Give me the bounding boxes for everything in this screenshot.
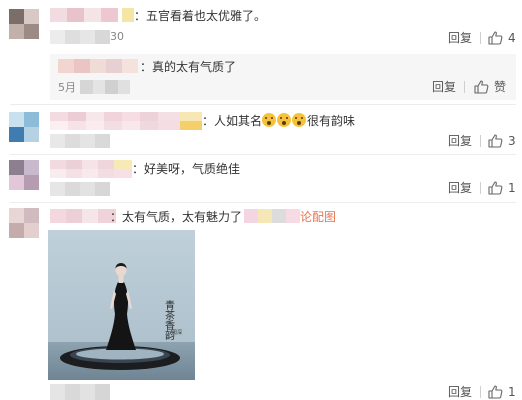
- avatar[interactable]: [9, 9, 39, 39]
- photo-illustration: 青茶香韵 周深: [48, 230, 195, 380]
- comment-text: ：好美呀，气质绝佳: [132, 162, 241, 176]
- thumbs-up-icon: [488, 385, 503, 399]
- avatar[interactable]: [9, 112, 39, 142]
- comment-text: ：人如其名 很有韵味: [202, 113, 356, 128]
- like-count: 4: [508, 31, 516, 45]
- timestamp-redacted: [50, 30, 110, 44]
- username-redacted[interactable]: [50, 209, 116, 223]
- comment-text: ：五官看着也太优雅了。: [134, 9, 267, 23]
- reply-button[interactable]: 回复: [432, 79, 456, 95]
- comment-photo[interactable]: 青茶香韵 周深: [48, 230, 195, 380]
- username-redacted[interactable]: [50, 160, 132, 178]
- reply-button[interactable]: 回复: [448, 30, 472, 46]
- username-redacted[interactable]: [50, 8, 118, 22]
- timestamp-redacted: [50, 384, 110, 400]
- like-button[interactable]: 1: [488, 384, 516, 400]
- divider: [464, 81, 465, 93]
- like-count: 3: [508, 134, 516, 148]
- divider: [480, 32, 481, 44]
- user-badge-redacted: [122, 8, 134, 22]
- reply-button[interactable]: 回复: [448, 384, 472, 400]
- link-redacted: [244, 209, 300, 223]
- username-redacted[interactable]: [58, 59, 138, 73]
- thumbs-up-icon: [474, 80, 489, 94]
- photo-caption-small: 周深: [172, 329, 182, 336]
- comment-text: ：太有气质，太有魅力了: [110, 210, 243, 224]
- comment-divider: [10, 202, 516, 203]
- timestamp-redacted: [80, 80, 130, 94]
- comment-divider: [10, 154, 516, 155]
- like-button[interactable]: 3: [488, 133, 516, 149]
- like-label: 赞: [494, 80, 507, 94]
- comment-divider: [10, 104, 516, 105]
- timestamp-redacted: [50, 134, 110, 148]
- surprised-face-emoji: [262, 113, 277, 127]
- avatar[interactable]: [9, 208, 39, 238]
- surprised-face-emoji: [277, 113, 292, 127]
- divider: [480, 182, 481, 194]
- divider: [480, 386, 481, 398]
- reply-button[interactable]: 回复: [448, 180, 472, 196]
- reply-time: 5月: [58, 81, 76, 94]
- like-button[interactable]: 赞: [474, 79, 506, 95]
- surprised-face-emoji: [292, 113, 307, 127]
- like-button[interactable]: 4: [488, 30, 516, 46]
- view-image-link[interactable]: 论配图: [300, 209, 336, 225]
- username-redacted[interactable]: [50, 112, 202, 130]
- thumbs-up-icon: [488, 31, 503, 45]
- thumbs-up-icon: [488, 134, 503, 148]
- divider: [480, 135, 481, 147]
- like-count: 1: [508, 181, 516, 195]
- reply-button[interactable]: 回复: [448, 133, 472, 149]
- like-button[interactable]: 1: [488, 180, 516, 196]
- timestamp-redacted: [50, 182, 110, 196]
- thumbs-up-icon: [488, 181, 503, 195]
- avatar[interactable]: [9, 160, 39, 190]
- like-count: 1: [508, 385, 516, 399]
- comment-time: 30: [110, 30, 124, 43]
- reply-text: ：真的太有气质了: [140, 60, 237, 74]
